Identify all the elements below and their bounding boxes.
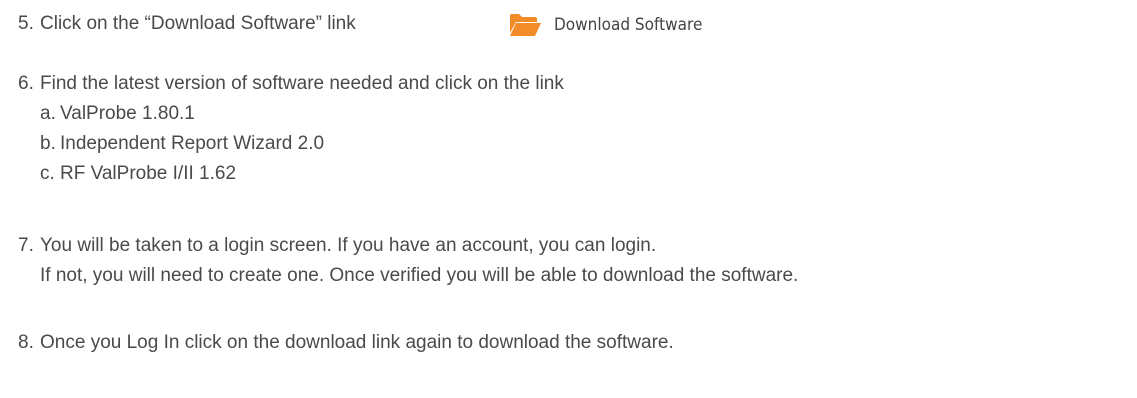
step-8: 8. Once you Log In click on the download … <box>18 328 674 358</box>
step-number: 6. <box>18 73 34 94</box>
download-software-label: Download Software <box>554 15 703 35</box>
sub-item-letter: b. <box>40 133 56 154</box>
sub-item-text: ValProbe 1.80.1 <box>60 103 195 124</box>
step-text: Click on the “Download Software” link <box>40 13 356 34</box>
sub-item: c. RF ValProbe I/II 1.62 <box>18 159 564 189</box>
sub-item-text: Independent Report Wizard 2.0 <box>60 133 325 154</box>
sub-item: a. ValProbe 1.80.1 <box>18 99 564 129</box>
folder-open-icon <box>508 13 542 37</box>
step-text: Find the latest version of software need… <box>40 73 564 94</box>
sub-item: b. Independent Report Wizard 2.0 <box>18 129 564 159</box>
step-text-continued: If not, you will need to create one. Onc… <box>40 265 799 286</box>
sub-item-text: RF ValProbe I/II 1.62 <box>60 163 237 184</box>
sub-item-letter: c. <box>40 163 55 184</box>
step-5: 5. Click on the “Download Software” link <box>18 9 356 39</box>
step-text: You will be taken to a login screen. If … <box>40 235 657 256</box>
download-software-link[interactable]: Download Software <box>508 10 719 40</box>
step-number: 5. <box>18 13 34 34</box>
step-number: 8. <box>18 332 34 353</box>
step-7: 7. You will be taken to a login screen. I… <box>18 231 798 291</box>
step-6: 6. Find the latest version of software ne… <box>18 69 564 189</box>
sub-item-letter: a. <box>40 103 56 124</box>
step-text: Once you Log In click on the download li… <box>40 332 674 353</box>
step-number: 7. <box>18 235 34 256</box>
